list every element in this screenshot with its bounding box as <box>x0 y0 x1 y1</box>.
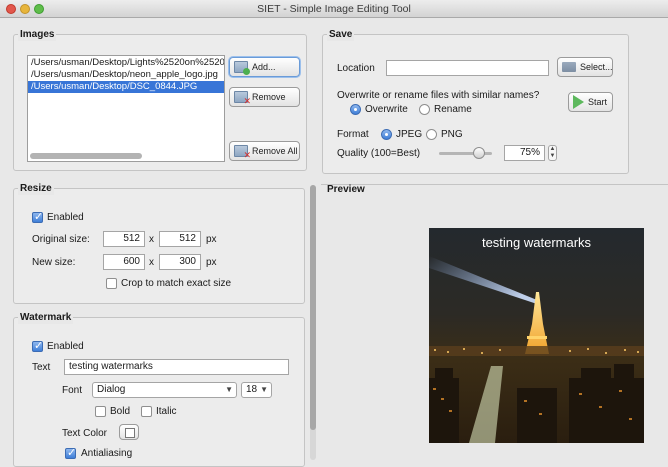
quality-spinner[interactable]: ▲ ▼ <box>548 145 557 161</box>
preview-title: Preview <box>327 184 365 195</box>
chevron-down-icon: ▼ <box>260 385 268 394</box>
resize-panel-title: Resize <box>18 183 54 195</box>
text-color-button[interactable] <box>119 424 139 440</box>
original-x-separator: x <box>149 234 154 245</box>
preview-watermark-text: testing watermarks <box>481 235 592 250</box>
quality-value-field[interactable]: 75% <box>504 145 545 161</box>
preview-image: testing watermarks <box>429 228 644 443</box>
window-titlebar: SIET - Simple Image Editing Tool <box>0 0 668 18</box>
text-color-label: Text Color <box>62 428 108 439</box>
add-image-icon <box>234 61 250 75</box>
file-list-item[interactable]: /Users/usman/Desktop/neon_apple_logo.jpg <box>28 69 224 81</box>
jpeg-radio[interactable] <box>381 129 392 140</box>
bold-label: Bold <box>110 406 131 417</box>
original-size-label: Original size: <box>32 234 90 245</box>
font-select-value: Dialog <box>97 384 126 395</box>
add-button[interactable]: Add... <box>229 57 300 77</box>
watermark-panel-title: Watermark <box>18 312 74 324</box>
save-panel-title: Save <box>327 29 355 41</box>
maximize-window-icon[interactable] <box>34 4 44 14</box>
start-button[interactable]: Start <box>568 92 613 112</box>
original-width-field: 512 <box>103 231 145 247</box>
rename-radio-label: Rename <box>434 104 472 115</box>
remove-all-icon <box>234 145 251 161</box>
crop-checkbox[interactable] <box>106 278 117 289</box>
file-rows: /Users/usman/Desktop/Lights%2520on%2520/… <box>28 56 224 93</box>
crop-label: Crop to match exact size <box>121 278 232 289</box>
new-x-separator: x <box>149 257 154 268</box>
new-height-field[interactable]: 300 <box>159 254 201 270</box>
select-button-label: Select... <box>580 62 613 72</box>
file-list-item[interactable]: /Users/usman/Desktop/DSC_0844.JPG <box>28 81 224 93</box>
location-label: Location <box>337 63 375 74</box>
chevron-down-icon: ▼ <box>225 385 233 394</box>
antialiasing-label: Antialiasing <box>81 448 133 459</box>
remove-image-icon <box>234 91 251 107</box>
italic-checkbox[interactable] <box>141 406 152 417</box>
italic-label: Italic <box>156 406 177 417</box>
resize-enabled-checkbox[interactable] <box>32 210 43 223</box>
jpeg-radio-label: JPEG <box>396 129 423 140</box>
play-icon <box>573 95 584 109</box>
close-window-icon[interactable] <box>6 4 16 14</box>
resize-enabled-label: Enabled <box>47 212 84 223</box>
watermark-enabled-checkbox[interactable] <box>32 339 43 352</box>
remove-button[interactable]: Remove <box>229 87 300 107</box>
remove-button-label: Remove <box>252 92 286 102</box>
antialiasing-checkbox[interactable] <box>65 446 76 459</box>
remove-all-button-label: Remove All <box>252 146 298 156</box>
watermark-enabled-label: Enabled <box>47 341 84 352</box>
quality-label: Quality (100=Best) <box>337 148 421 159</box>
select-location-button[interactable]: Select... <box>557 57 613 77</box>
font-label: Font <box>62 385 83 396</box>
new-width-field[interactable]: 600 <box>103 254 145 270</box>
settings-vscrollbar-thumb[interactable] <box>310 185 316 430</box>
font-size-value: 18 <box>246 384 258 395</box>
rename-radio[interactable] <box>419 104 430 115</box>
preview-divider <box>321 184 668 185</box>
preview-image-illustration <box>429 256 644 443</box>
overwrite-question-label: Overwrite or rename files with similar n… <box>337 90 540 101</box>
font-size-select[interactable]: 18 ▼ <box>241 382 272 398</box>
start-button-label: Start <box>588 97 608 107</box>
watermark-text-input[interactable]: testing watermarks <box>64 359 289 375</box>
original-height-field: 512 <box>159 231 201 247</box>
original-unit-label: px <box>206 234 217 245</box>
format-label: Format <box>337 129 369 140</box>
location-input[interactable] <box>386 60 549 76</box>
file-list-item[interactable]: /Users/usman/Desktop/Lights%2520on%2520 <box>28 57 224 69</box>
add-button-label: Add... <box>252 62 276 72</box>
bold-checkbox[interactable] <box>95 406 106 417</box>
window-title: SIET - Simple Image Editing Tool <box>257 3 411 15</box>
remove-all-button[interactable]: Remove All <box>229 141 300 161</box>
images-panel-title: Images <box>18 29 57 41</box>
font-select[interactable]: Dialog ▼ <box>92 382 237 398</box>
watermark-text-label: Text <box>32 362 51 373</box>
png-radio-label: PNG <box>441 129 463 140</box>
folder-icon <box>562 62 576 72</box>
image-file-list[interactable]: /Users/usman/Desktop/Lights%2520on%2520/… <box>27 55 225 162</box>
new-size-label: New size: <box>32 257 76 268</box>
quality-slider-knob[interactable] <box>472 147 485 159</box>
minimize-window-icon[interactable] <box>20 4 30 14</box>
overwrite-radio-label: Overwrite <box>365 104 408 115</box>
file-list-hscrollbar[interactable] <box>30 153 142 159</box>
new-unit-label: px <box>206 257 217 268</box>
png-radio[interactable] <box>426 129 437 140</box>
overwrite-radio[interactable] <box>350 104 361 115</box>
